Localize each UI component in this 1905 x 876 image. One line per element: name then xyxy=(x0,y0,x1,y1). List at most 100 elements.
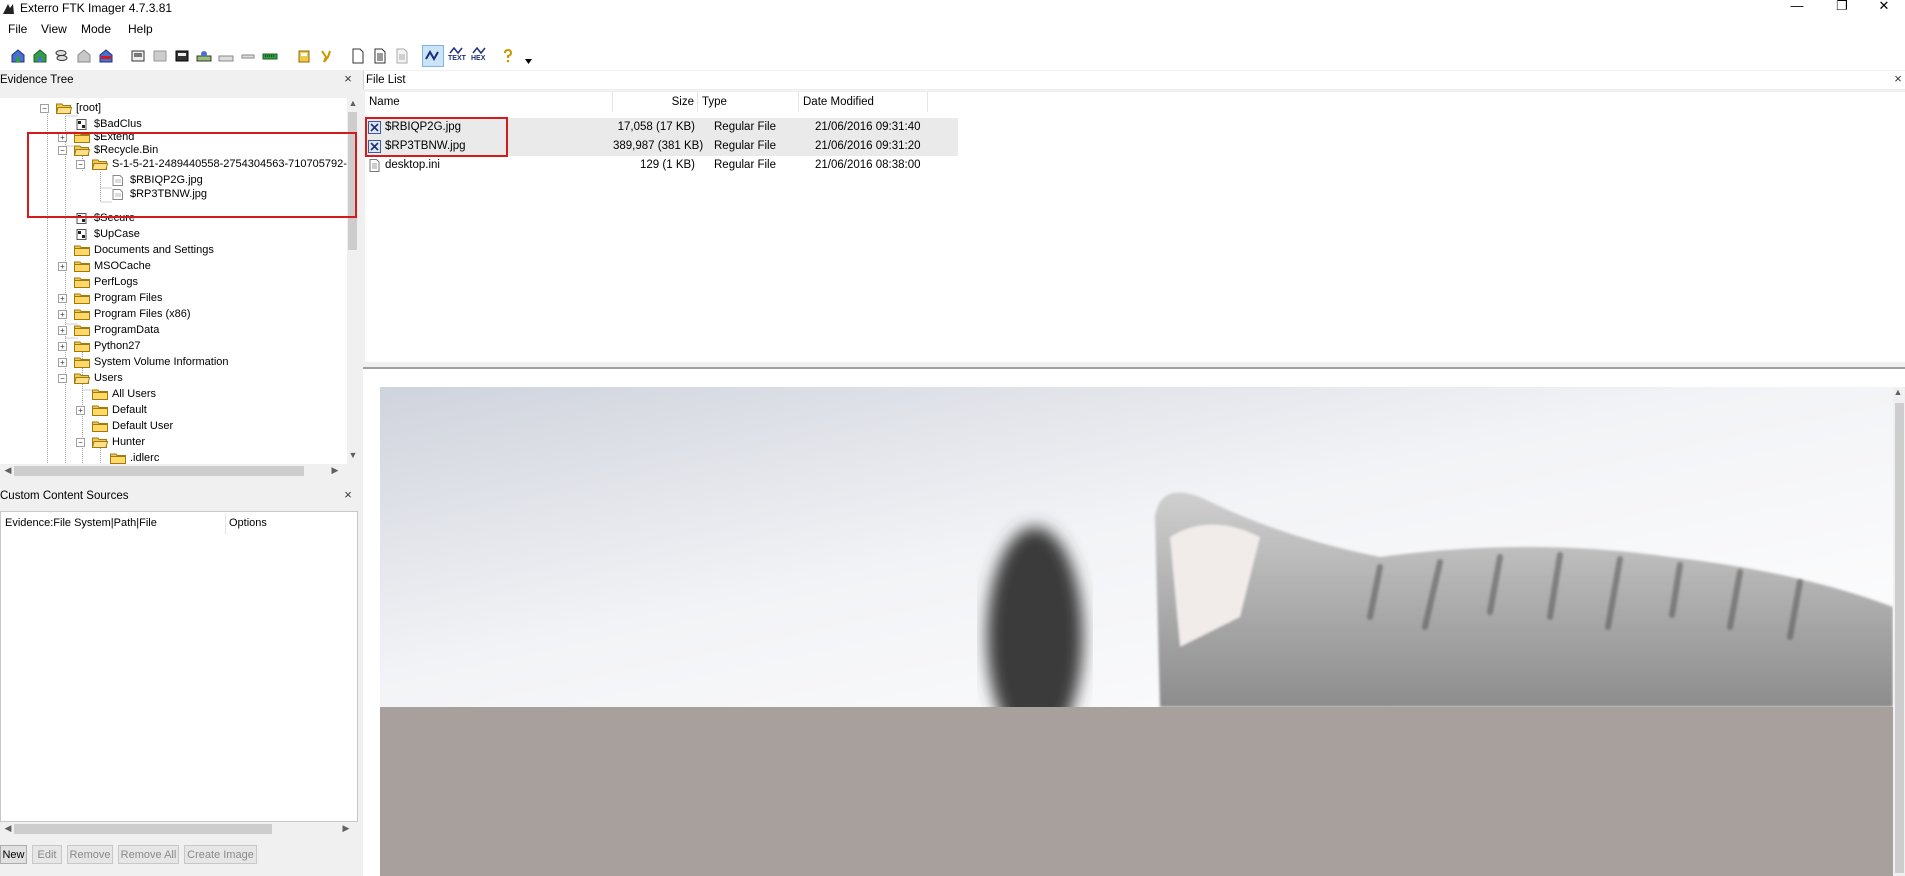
tree-item[interactable]: PerfLogs xyxy=(0,274,347,290)
evidence-tree-close-icon[interactable]: × xyxy=(341,71,355,89)
auto-view-button[interactable] xyxy=(422,45,444,67)
expand-icon[interactable]: + xyxy=(58,342,67,351)
viewer-scroll-thumb[interactable] xyxy=(1895,403,1904,873)
tree-scroll-thumb[interactable] xyxy=(348,112,357,250)
add-all-evidence-icon[interactable] xyxy=(32,48,48,64)
create-image-button[interactable]: Create Image xyxy=(184,845,257,864)
tree-item[interactable]: − Users xyxy=(0,370,347,386)
export-files-icon[interactable] xyxy=(296,48,312,64)
edit-button[interactable]: Edit xyxy=(32,845,62,864)
tree-item[interactable]: − [root] xyxy=(0,100,347,116)
viewer-vertical-scrollbar[interactable]: ▲ xyxy=(1893,387,1905,876)
ccs-hscroll-thumb[interactable] xyxy=(14,824,272,834)
expand-icon[interactable]: + xyxy=(76,406,85,415)
menu-view[interactable]: View xyxy=(41,22,67,36)
menu-mode[interactable]: Mode xyxy=(81,22,111,36)
expand-icon[interactable]: + xyxy=(58,294,67,303)
tree-item-label: MSOCache xyxy=(94,260,151,272)
ccs-scroll-right-icon[interactable]: ▶ xyxy=(338,823,354,834)
minimize-button[interactable]: — xyxy=(1775,0,1819,14)
tree-item[interactable]: Documents and Settings xyxy=(0,242,347,258)
collapse-icon[interactable]: − xyxy=(58,374,67,383)
help-icon[interactable] xyxy=(500,48,516,64)
hex-view-icon[interactable]: HEX xyxy=(471,47,489,65)
menu-file[interactable]: File xyxy=(8,22,27,36)
system-file-icon xyxy=(76,229,87,240)
collapse-icon[interactable]: − xyxy=(58,146,67,155)
export-disk-image-icon[interactable] xyxy=(152,48,168,64)
column-name[interactable]: Name xyxy=(365,92,613,112)
add-evidence-icon[interactable] xyxy=(10,48,26,64)
column-date-modified[interactable]: Date Modified xyxy=(799,92,928,112)
file-size: 129 (1 KB) xyxy=(640,159,695,171)
tree-item[interactable]: + Program Files xyxy=(0,290,347,306)
list-view-icon[interactable] xyxy=(372,48,388,64)
tree-hscroll-thumb[interactable] xyxy=(14,466,304,476)
custom-content-sources-close-icon[interactable]: × xyxy=(341,487,355,505)
ccs-horizontal-scrollbar[interactable]: ◀ ▶ xyxy=(0,822,358,836)
viewer-scroll-up-icon[interactable]: ▲ xyxy=(1890,387,1905,397)
export-logical-image-icon[interactable] xyxy=(174,48,190,64)
tree-item[interactable]: $UpCase xyxy=(0,226,347,242)
remove-evidence-icon[interactable] xyxy=(76,48,92,64)
column-type[interactable]: Type xyxy=(698,92,799,112)
file-list-close-icon[interactable]: × xyxy=(1891,71,1905,89)
expand-icon[interactable]: + xyxy=(58,326,67,335)
tree-item[interactable]: + Default xyxy=(0,402,347,418)
ccs-column-options[interactable]: Options xyxy=(229,517,267,529)
tree-item[interactable]: $Secure xyxy=(0,210,347,226)
tree-item[interactable]: + ProgramData xyxy=(0,322,347,338)
dropdown-icon[interactable] xyxy=(525,59,532,64)
remove-button[interactable]: Remove xyxy=(67,845,113,864)
tree-horizontal-scrollbar[interactable]: ◀ ▶ xyxy=(0,464,358,478)
file-row[interactable]: $RP3TBNW.jpg 389,987 (381 KB) Regular File… xyxy=(365,137,958,156)
tree-item[interactable]: + MSOCache xyxy=(0,258,347,274)
text-view-icon[interactable]: TEXT xyxy=(448,47,466,65)
expand-icon[interactable]: + xyxy=(58,358,67,367)
expand-icon[interactable]: + xyxy=(58,262,67,271)
new-button[interactable]: New xyxy=(0,845,27,864)
evidence-tree[interactable]: − [root] $BadClus + $Extend − $Recycle.Bin − S-1… xyxy=(0,98,347,464)
detect-efs-icon[interactable] xyxy=(240,48,256,64)
tree-scroll-up-icon[interactable]: ▲ xyxy=(345,98,361,108)
tree-item[interactable]: + Python27 xyxy=(0,338,347,354)
file-row[interactable]: desktop.ini 129 (1 KB) Regular File 21/06/2… xyxy=(365,156,958,175)
tree-item[interactable]: .idlerc xyxy=(0,450,347,464)
tree-scroll-right-icon[interactable]: ▶ xyxy=(327,465,343,476)
capture-memory-icon[interactable] xyxy=(196,48,212,64)
file-type: Regular File xyxy=(714,121,776,133)
image-mounting-icon[interactable] xyxy=(54,48,70,64)
close-button[interactable]: ✕ xyxy=(1862,0,1905,14)
tree-item[interactable]: − Hunter xyxy=(0,434,347,450)
tree-vertical-scrollbar[interactable]: ▲ ▼ xyxy=(347,98,358,464)
tree-item[interactable]: + Program Files (x86) xyxy=(0,306,347,322)
properties-icon[interactable] xyxy=(394,48,410,64)
collapse-icon[interactable]: − xyxy=(76,160,85,169)
file-row[interactable]: $RBIQP2G.jpg 17,058 (17 KB) Regular File 21… xyxy=(365,118,958,137)
expand-icon[interactable]: + xyxy=(58,133,67,142)
tree-item[interactable]: − S-1-5-21-2489440558-2754304563-71070579… xyxy=(0,156,347,172)
file-size: 389,987 (381 KB) xyxy=(613,140,704,152)
restore-button[interactable]: ❐ xyxy=(1820,0,1864,14)
new-document-icon[interactable] xyxy=(350,48,366,64)
tree-item[interactable]: $RP3TBNW.jpg xyxy=(0,186,347,202)
tree-scroll-down-icon[interactable]: ▼ xyxy=(345,450,361,460)
tree-item[interactable]: All Users xyxy=(0,386,347,402)
remove-all-button[interactable]: Remove All xyxy=(118,845,179,864)
tree-item[interactable]: + System Volume Information xyxy=(0,354,347,370)
collapse-icon[interactable]: − xyxy=(76,438,85,447)
obtain-protected-files-icon[interactable] xyxy=(218,48,234,64)
expand-icon[interactable]: + xyxy=(58,310,67,319)
create-disk-image-icon[interactable] xyxy=(130,48,146,64)
menu-help[interactable]: Help xyxy=(128,22,153,36)
verify-drive-icon[interactable] xyxy=(262,48,278,64)
file-list[interactable]: Name Size Type Date Modified $RBIQP2G.jp… xyxy=(365,92,1905,362)
custom-content-sources-list[interactable]: Evidence:File System|Path|File Options xyxy=(0,511,358,822)
remove-all-evidence-icon[interactable] xyxy=(98,48,114,64)
text-view-label: TEXT xyxy=(448,55,466,62)
ccs-column-evidence[interactable]: Evidence:File System|Path|File xyxy=(5,517,157,529)
tree-item[interactable]: Default User xyxy=(0,418,347,434)
collapse-icon[interactable]: − xyxy=(40,104,49,113)
export-hash-list-icon[interactable] xyxy=(318,48,334,64)
column-size[interactable]: Size xyxy=(613,92,698,112)
